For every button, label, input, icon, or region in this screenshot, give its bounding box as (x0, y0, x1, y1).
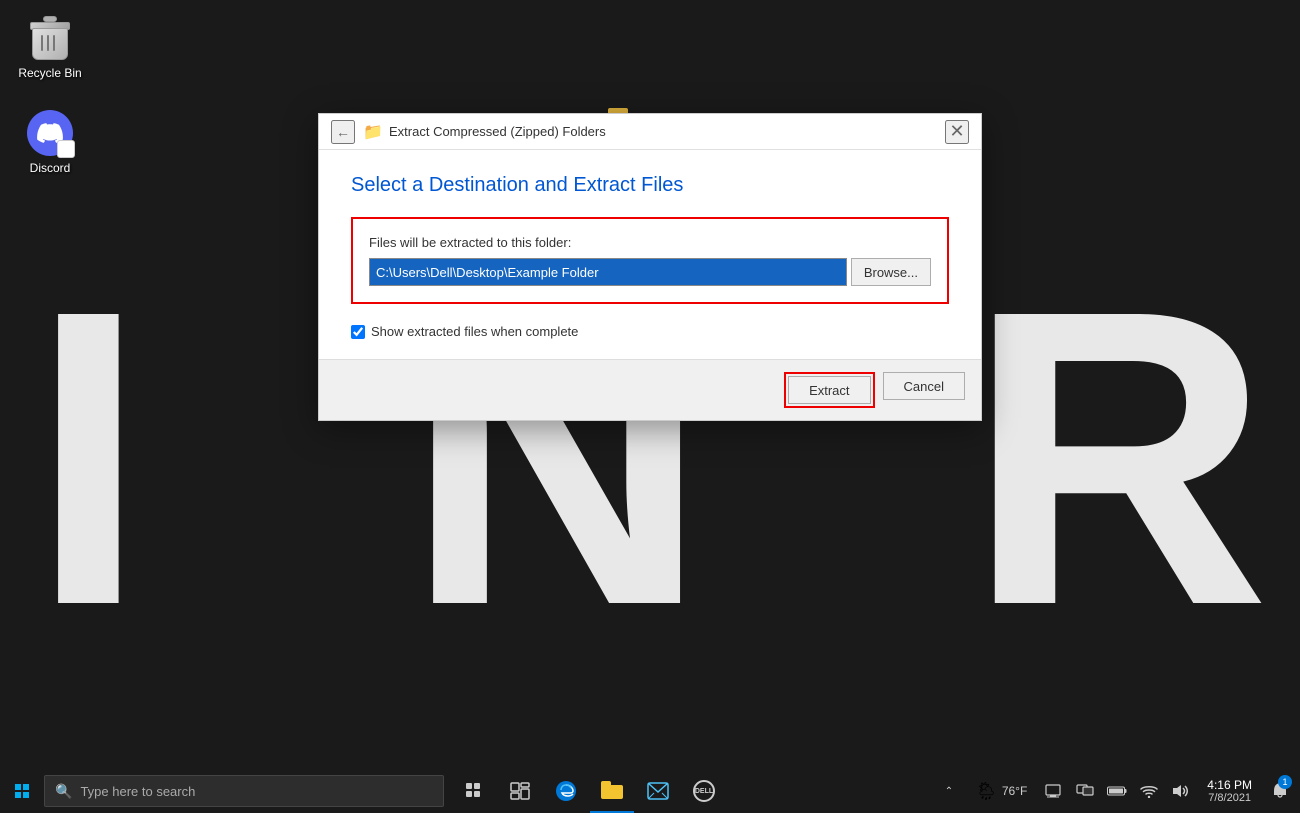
tray-taskbar-button[interactable] (1039, 769, 1067, 813)
dialog-back-button[interactable]: ← (331, 120, 355, 144)
dialog-close-button[interactable]: ✕ (945, 120, 969, 144)
tray-expand-button[interactable]: ⌃ (935, 769, 963, 813)
mail-button[interactable] (636, 769, 680, 813)
search-icon: 🔍 (55, 783, 72, 800)
dialog-titlebar: ← 📁 Extract Compressed (Zipped) Folders … (319, 114, 981, 150)
search-placeholder-text: Type here to search (80, 784, 195, 799)
battery-icon[interactable] (1103, 769, 1131, 813)
desktop: I N R Recycle Bin (0, 0, 1300, 769)
recycle-bin-label: Recycle Bin (18, 66, 81, 80)
task-view-button[interactable] (452, 769, 496, 813)
destination-label: Files will be extracted to this folder: (369, 235, 931, 250)
windows-logo-icon (15, 784, 29, 798)
discord-label: Discord (30, 161, 71, 175)
cancel-button[interactable]: Cancel (883, 372, 965, 400)
taskbar-app-icons: DELL (452, 769, 726, 813)
start-button[interactable] (0, 769, 44, 813)
dialog-folder-icon: 📁 (363, 122, 383, 142)
folder-icon (601, 781, 623, 799)
destination-box: Files will be extracted to this folder: … (351, 217, 949, 304)
dialog-title: Extract Compressed (Zipped) Folders (389, 124, 945, 139)
recycle-bin-icon[interactable]: Recycle Bin (10, 10, 90, 84)
weather-icon: 🌦 (975, 781, 998, 802)
dell-support-button[interactable]: DELL (682, 769, 726, 813)
second-display-button[interactable] (1071, 769, 1099, 813)
dialog-footer: Extract Cancel (319, 359, 981, 420)
edge-browser-button[interactable] (544, 769, 588, 813)
widgets-button[interactable] (498, 769, 542, 813)
chevron-up-icon: ⌃ (945, 786, 953, 797)
discord-icon[interactable]: Discord (10, 105, 90, 179)
taskbar: 🔍 Type here to search (0, 769, 1300, 813)
browse-button[interactable]: Browse... (851, 258, 931, 286)
dell-logo: DELL (693, 780, 715, 802)
extract-button[interactable]: Extract (788, 376, 870, 404)
destination-path-input[interactable] (369, 258, 847, 286)
extract-dialog: ← 📁 Extract Compressed (Zipped) Folders … (318, 113, 982, 421)
dialog-heading: Select a Destination and Extract Files (351, 174, 949, 197)
weather-widget[interactable]: 🌦 76°F (967, 769, 1035, 813)
show-extracted-row: Show extracted files when complete (351, 324, 949, 339)
wifi-icon[interactable] (1135, 769, 1163, 813)
weather-temp: 76°F (1002, 784, 1027, 798)
search-bar[interactable]: 🔍 Type here to search (44, 775, 444, 807)
clock[interactable]: 4:16 PM 7/8/2021 (1199, 769, 1260, 813)
bg-letter-r: R (967, 249, 1270, 669)
dialog-body: Select a Destination and Extract Files F… (319, 150, 981, 359)
volume-icon[interactable] (1167, 769, 1195, 813)
notification-button[interactable]: 1 (1264, 769, 1296, 813)
clock-time: 4:16 PM (1207, 778, 1252, 792)
clock-date: 7/8/2021 (1208, 792, 1251, 804)
file-explorer-button[interactable] (590, 769, 634, 813)
dell-text: DELL (695, 788, 713, 795)
destination-input-row: Browse... (369, 258, 931, 286)
bg-letter-i: I (30, 249, 147, 669)
extract-button-wrapper: Extract (784, 372, 874, 408)
show-extracted-label: Show extracted files when complete (371, 324, 578, 339)
notification-badge: 1 (1278, 775, 1292, 789)
show-extracted-checkbox[interactable] (351, 325, 365, 339)
system-tray: ⌃ 🌦 76°F (935, 769, 1300, 813)
